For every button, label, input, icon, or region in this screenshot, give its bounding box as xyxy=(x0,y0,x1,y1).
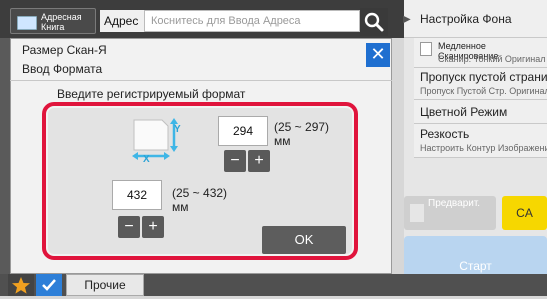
sharpness-sub: Настроить Контур Изображения xyxy=(420,143,547,153)
checkmark-icon xyxy=(42,279,56,291)
sharpness-item[interactable]: Резкость Настроить Контур Изображения xyxy=(414,124,547,158)
star-icon xyxy=(12,277,30,294)
size-prompt: Введите регистрируемый формат xyxy=(57,87,246,101)
enter-format-title: Ввод Формата xyxy=(22,62,103,76)
close-button[interactable]: ✕ xyxy=(366,43,390,67)
address-book-icon xyxy=(17,16,37,30)
slow-scan-item[interactable]: Медленное Сканирование Сканир. Тонкий Ор… xyxy=(414,38,547,68)
y-size-input[interactable]: 294 xyxy=(218,116,268,146)
y-plus-button[interactable]: + xyxy=(248,150,270,172)
skip-blank-sub: Пропуск Пустой Стр. Оригинала xyxy=(420,86,547,96)
close-icon: ✕ xyxy=(370,44,386,64)
favorites-button[interactable] xyxy=(8,274,34,296)
start-label: Старт xyxy=(459,259,492,273)
x-plus-button[interactable]: + xyxy=(142,216,164,238)
x-size-range: (25 ~ 432) xyxy=(172,186,228,200)
ca-button[interactable]: CA xyxy=(502,196,547,230)
panel-toggle-icon[interactable]: ▶ xyxy=(403,14,415,26)
color-mode-label: Цветной Режим xyxy=(420,105,508,119)
y-size-range: (25 ~ 297) xyxy=(274,120,330,134)
search-icon xyxy=(364,12,384,32)
address-book-button[interactable]: Адресная Книга xyxy=(10,8,96,34)
program-check-button[interactable] xyxy=(36,274,62,296)
preview-button[interactable]: Предварит. xyxy=(404,196,496,230)
other-button[interactable]: Прочие xyxy=(66,274,144,296)
left-edge-tabs xyxy=(0,38,10,274)
y-minus-button[interactable]: − xyxy=(224,150,246,172)
slow-scan-sub: Сканир. Тонкий Оригинал xyxy=(438,54,546,64)
x-size-input[interactable]: 432 xyxy=(112,180,162,210)
skip-blank-item[interactable]: Пропуск пустой страници Пропуск Пустой С… xyxy=(414,68,547,100)
address-label: Адрес xyxy=(100,10,144,32)
ok-button[interactable]: OK xyxy=(262,226,346,254)
preview-label: Предварит. xyxy=(428,198,481,209)
skip-blank-label: Пропуск пустой страници xyxy=(420,70,547,84)
slow-scan-checkbox[interactable] xyxy=(420,42,432,56)
address-book-label: Адресная Книга xyxy=(41,12,82,32)
address-input[interactable]: Коснитесь для Ввода Адреса xyxy=(144,10,360,32)
dialog-divider xyxy=(10,80,392,81)
y-size-unit: мм xyxy=(274,134,291,148)
background-setting-title[interactable]: Настройка Фона xyxy=(420,12,512,26)
search-button[interactable] xyxy=(360,8,388,36)
y-axis-label: Y xyxy=(174,124,181,135)
sharpness-label: Резкость xyxy=(420,127,470,141)
x-axis-label: X xyxy=(143,154,150,165)
x-minus-button[interactable]: − xyxy=(118,216,140,238)
x-size-unit: мм xyxy=(172,200,189,214)
color-mode-item[interactable]: Цветной Режим xyxy=(414,100,547,124)
scan-size-title: Размер Скан-Я xyxy=(22,43,107,57)
preview-icon xyxy=(410,204,424,222)
